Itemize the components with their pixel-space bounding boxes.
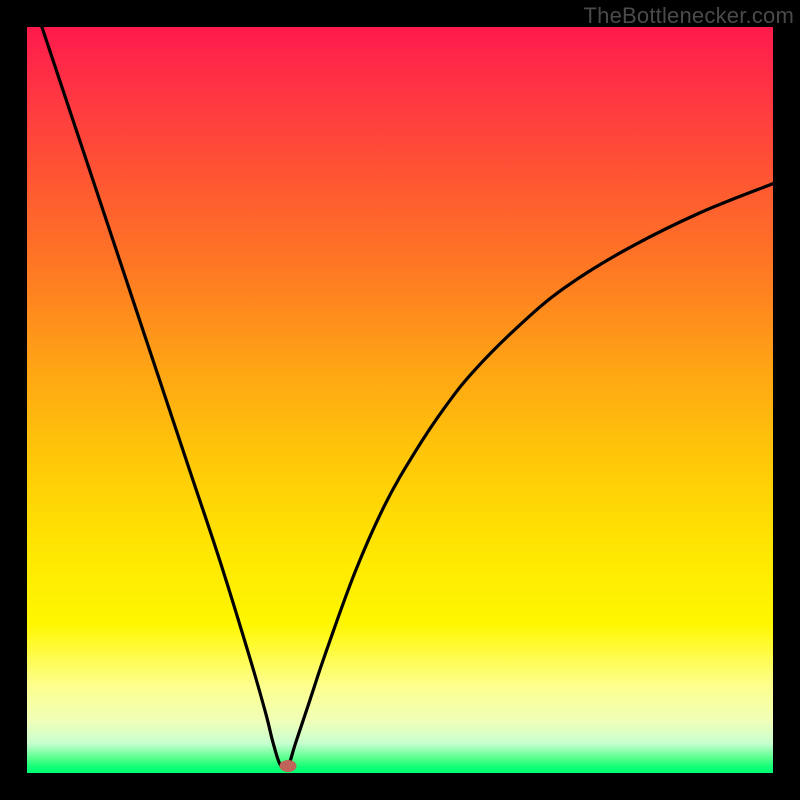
watermark-text: TheBottleneсker.com [584,3,794,29]
optimum-marker [280,760,297,772]
chart-curve-layer [27,27,773,773]
bottleneck-curve [42,27,773,769]
chart-plot-area [27,27,773,773]
